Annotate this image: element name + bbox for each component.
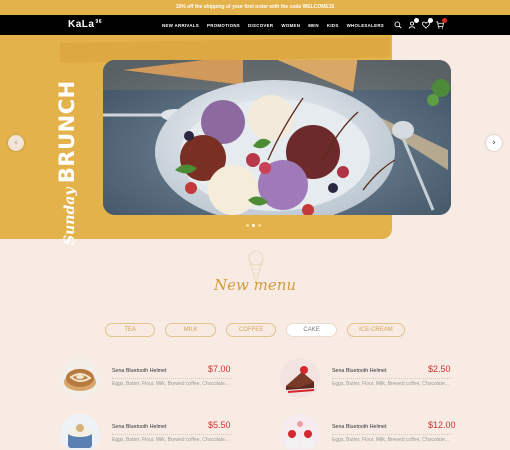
main-navigation: KaLa96 NEW ARRIVALS PROMOTIONS DISCOVER … bbox=[0, 15, 510, 35]
brush-stroke bbox=[59, 37, 391, 63]
hero-title-script: Sunday bbox=[62, 187, 78, 245]
slider-dot-3[interactable] bbox=[258, 224, 261, 227]
hero-slider: Sunday BRUNCH ‹ › bbox=[0, 35, 510, 245]
product-divider bbox=[332, 378, 452, 379]
tab-tea[interactable]: TEA bbox=[105, 323, 156, 337]
promo-bar: 15% off the shipping of your first order… bbox=[0, 0, 510, 15]
product-image-cinnamon-roll[interactable] bbox=[60, 358, 100, 398]
heart-icon[interactable] bbox=[422, 18, 433, 29]
product-name[interactable]: Sena Bluetooth Helmet bbox=[332, 424, 386, 430]
user-icon[interactable] bbox=[408, 18, 419, 29]
hero-image-ice-cream-bowl bbox=[103, 60, 451, 215]
menu-item-new-arrivals[interactable]: NEW ARRIVALS bbox=[162, 23, 199, 28]
product-image-cupcakes[interactable] bbox=[280, 414, 320, 450]
menu-item-kids[interactable]: KIDS bbox=[327, 23, 339, 28]
wishlist-badge bbox=[428, 18, 433, 23]
product-name[interactable]: Sena Bluetooth Helmet bbox=[112, 424, 166, 430]
search-icon[interactable] bbox=[394, 21, 402, 29]
product-price: $7.00 bbox=[208, 364, 231, 374]
cart-badge bbox=[442, 18, 447, 23]
tab-ice-cream[interactable]: ICE-CREAM bbox=[346, 323, 406, 337]
product-price: $2.50 bbox=[428, 364, 451, 374]
product-divider bbox=[112, 434, 232, 435]
product-description: Eggs, Butter, Flour, Milk, Brewed coffee… bbox=[332, 437, 449, 443]
menu-item-women[interactable]: WOMEN bbox=[281, 23, 300, 28]
main-menu: NEW ARRIVALS PROMOTIONS DISCOVER WOMEN M… bbox=[162, 15, 384, 35]
menu-category-tabs: TEA MILK COFFEE CAKE ICE-CREAM bbox=[105, 323, 406, 337]
menu-item-discover[interactable]: DISCOVER bbox=[248, 23, 273, 28]
cart-icon[interactable] bbox=[436, 18, 447, 29]
promo-text: 15% off the shipping of your first order… bbox=[175, 4, 335, 10]
hero-title-bold: BRUNCH bbox=[55, 80, 79, 184]
tab-cake[interactable]: CAKE bbox=[286, 323, 337, 337]
slider-dot-1[interactable] bbox=[246, 224, 249, 227]
product-description: Eggs, Butter, Flour, Milk, Brewed coffee… bbox=[112, 381, 229, 387]
menu-item-men[interactable]: MEN bbox=[308, 23, 319, 28]
tab-coffee[interactable]: COFFEE bbox=[225, 323, 277, 337]
slider-pagination bbox=[246, 224, 261, 227]
product-description: Eggs, Butter, Flour, Milk, Brewed coffee… bbox=[112, 437, 229, 443]
product-name[interactable]: Sena Bluetooth Helmet bbox=[112, 368, 166, 374]
logo-sub: 96 bbox=[95, 19, 103, 25]
user-badge bbox=[414, 18, 419, 23]
slider-dot-2[interactable] bbox=[252, 224, 255, 227]
product-divider bbox=[332, 434, 452, 435]
header-icons bbox=[394, 15, 447, 35]
product-card[interactable]: Sena Bluetooth Helmet $2.50 Eggs, Butter… bbox=[280, 358, 452, 410]
slider-prev-button[interactable]: ‹ bbox=[8, 135, 24, 151]
product-price: $5.50 bbox=[208, 420, 231, 430]
tab-milk[interactable]: MILK bbox=[165, 323, 216, 337]
product-divider bbox=[112, 378, 232, 379]
product-description: Eggs, Butter, Flour, Milk, Brewed coffee… bbox=[332, 381, 449, 387]
site-logo[interactable]: KaLa96 bbox=[68, 19, 102, 30]
product-name[interactable]: Sena Bluetooth Helmet bbox=[332, 368, 386, 374]
product-card[interactable]: Sena Bluetooth Helmet $12.00 Eggs, Butte… bbox=[280, 414, 456, 450]
product-price: $12.00 bbox=[428, 420, 456, 430]
product-card[interactable]: Sena Bluetooth Helmet $5.50 Eggs, Butter… bbox=[60, 414, 232, 450]
logo-text: KaLa bbox=[68, 19, 95, 30]
menu-item-promotions[interactable]: PROMOTIONS bbox=[207, 23, 240, 28]
product-image-cake-slice[interactable] bbox=[280, 358, 320, 398]
product-image-dessert-cup[interactable] bbox=[60, 414, 100, 450]
slider-next-button[interactable]: › bbox=[486, 135, 502, 151]
menu-item-wholesalers[interactable]: WHOLESALERS bbox=[347, 23, 384, 28]
product-card[interactable]: Sena Bluetooth Helmet $7.00 Eggs, Butter… bbox=[60, 358, 232, 410]
section-title: New menu bbox=[213, 276, 297, 294]
hero-title: Sunday BRUNCH bbox=[55, 80, 79, 245]
